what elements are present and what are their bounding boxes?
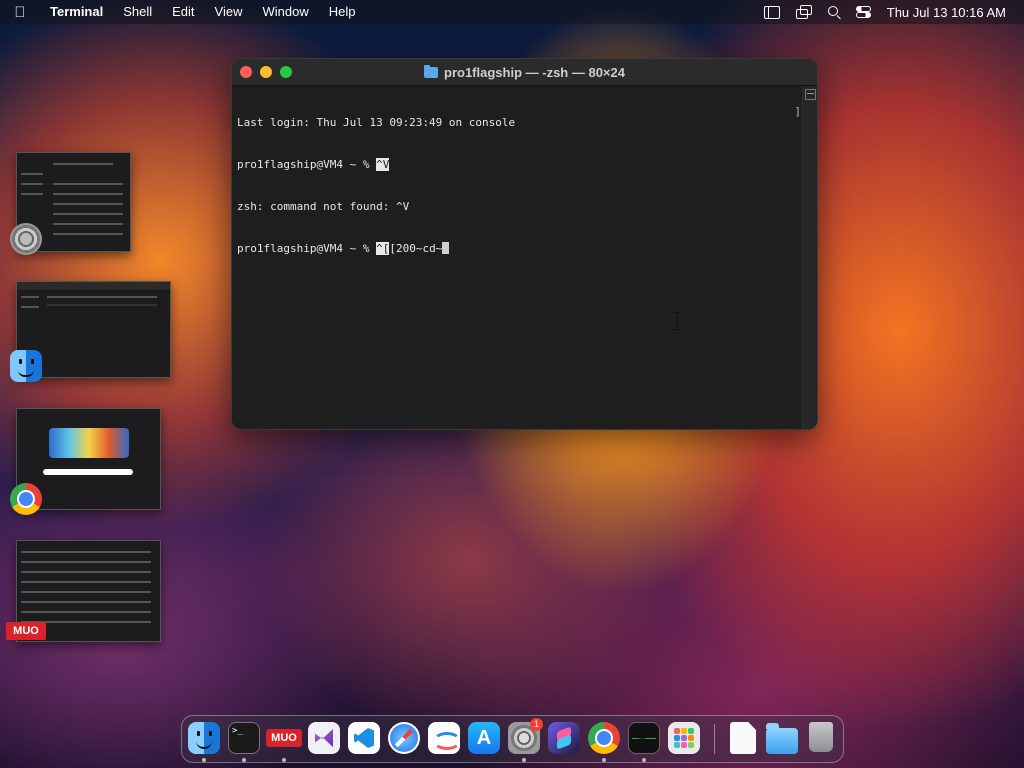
split-pane-icon[interactable]	[805, 89, 816, 100]
dock-safari-icon[interactable]	[388, 722, 420, 754]
running-indicator	[522, 758, 526, 762]
dock-shortcuts-icon[interactable]	[548, 722, 580, 754]
terminal-line: Last login: Thu Jul 13 09:23:49 on conso…	[237, 116, 516, 129]
folder-icon	[424, 64, 439, 78]
text-cursor	[442, 242, 450, 254]
dock-document-icon[interactable]	[730, 722, 756, 754]
terminal-line: pro1flagship@VM4 ~ % ^[[200~cd~	[237, 242, 798, 256]
dock: >_ MUO 1	[181, 715, 844, 763]
terminal-window[interactable]: pro1flagship — -zsh — 80×24 Last login: …	[231, 58, 818, 430]
sidebar-icon[interactable]	[763, 5, 780, 19]
menu-clock[interactable]: Thu Jul 13 10:16 AM	[887, 5, 1006, 20]
muo-icon: MUO	[6, 622, 46, 640]
running-indicator	[602, 758, 606, 762]
terminal-line: pro1flagship@VM4 ~ % ^V	[237, 158, 798, 172]
ibeam-cursor-icon	[674, 312, 682, 330]
prompt: pro1flagship@VM4 ~ %	[237, 242, 377, 255]
bracket-mark: ]	[794, 105, 801, 118]
chrome-icon	[10, 483, 42, 515]
dock-app-store-icon[interactable]	[468, 722, 500, 754]
screen-mirroring-icon[interactable]	[795, 5, 812, 19]
dock-separator	[714, 724, 715, 754]
running-indicator	[242, 758, 246, 762]
menu-help[interactable]: Help	[319, 0, 366, 24]
typed-text: [200~cd~	[389, 242, 443, 255]
highlighted-input: ^V	[376, 158, 390, 171]
search-box-thumb	[43, 469, 133, 475]
prompt: pro1flagship@VM4 ~ %	[237, 158, 377, 171]
dock-visual-studio-icon[interactable]	[308, 722, 340, 754]
close-button[interactable]	[240, 66, 252, 78]
dock-freeform-icon[interactable]	[428, 722, 461, 754]
menu-app-name[interactable]: Terminal	[40, 0, 113, 24]
apple-icon[interactable]: 	[0, 4, 40, 21]
window-title: pro1flagship — -zsh — 80×24	[444, 64, 625, 80]
terminal-output[interactable]: Last login: Thu Jul 13 09:23:49 on conso…	[232, 86, 803, 429]
search-icon[interactable]	[827, 6, 840, 18]
control-center-icon[interactable]	[855, 6, 871, 18]
menu-edit[interactable]: Edit	[162, 0, 204, 24]
minimize-button[interactable]	[260, 66, 272, 78]
dock-launchpad-icon[interactable]	[668, 722, 700, 754]
dock-folder-icon[interactable]	[766, 723, 798, 754]
dock-activity-monitor-icon[interactable]	[628, 722, 660, 754]
system-settings-icon	[10, 223, 42, 255]
running-indicator	[282, 758, 286, 762]
dock-terminal-icon[interactable]: >_	[228, 722, 260, 754]
menu-view[interactable]: View	[205, 0, 253, 24]
highlighted-input: ^[	[376, 242, 390, 255]
scrollbar[interactable]	[802, 86, 817, 429]
terminal-line: zsh: command not found: ^V	[237, 200, 410, 213]
dock-chrome-icon[interactable]	[588, 722, 620, 754]
dock-muo-icon[interactable]: MUO	[266, 729, 302, 747]
notification-badge: 1	[530, 718, 543, 731]
dock-finder-icon[interactable]	[188, 722, 220, 754]
menu-bar:  Terminal Shell Edit View Window Help T…	[0, 0, 1024, 24]
menu-shell[interactable]: Shell	[113, 0, 162, 24]
dock-vscode-icon[interactable]	[348, 722, 380, 754]
google-doodle	[49, 428, 129, 458]
running-indicator	[202, 758, 206, 762]
dock-trash-icon[interactable]	[809, 722, 833, 752]
running-indicator	[642, 758, 646, 762]
zoom-button[interactable]	[280, 66, 292, 78]
menu-window[interactable]: Window	[253, 0, 319, 24]
finder-icon	[10, 350, 42, 382]
title-bar[interactable]: pro1flagship — -zsh — 80×24	[232, 59, 817, 86]
